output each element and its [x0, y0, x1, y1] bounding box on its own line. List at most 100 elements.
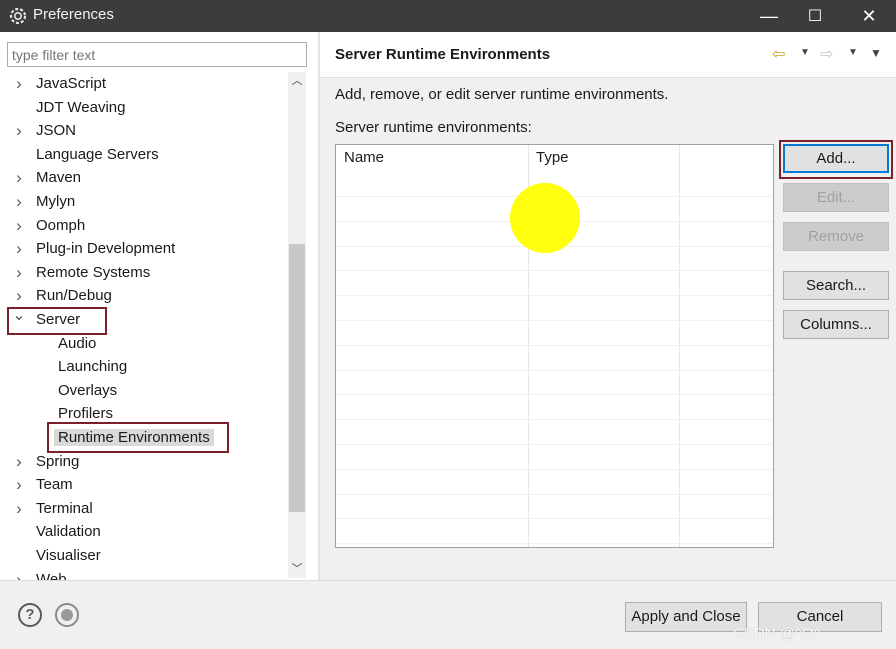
tree-item-label: Profilers: [58, 405, 114, 423]
page-header: Server Runtime Environments ⇦ ▼ ⇨ ▼ ▼: [320, 32, 896, 78]
column-header-type[interactable]: Type: [528, 145, 680, 171]
tree-item[interactable]: › Run/Debug: [16, 285, 116, 307]
scroll-up-icon[interactable]: ︿: [288, 72, 306, 90]
minimize-button[interactable]: —: [746, 0, 792, 32]
table-row-divider: [336, 518, 773, 520]
help-icon[interactable]: ?: [18, 603, 42, 627]
collapsed-chevron-icon[interactable]: ›: [12, 238, 26, 260]
tree-item[interactable]: › Spring: [16, 451, 83, 473]
tree-item[interactable]: Overlays: [54, 380, 121, 402]
tree-item-label: JDT Weaving: [36, 98, 126, 116]
collapsed-chevron-icon[interactable]: ›: [12, 262, 26, 284]
table-row-divider: [336, 295, 773, 297]
tree-item[interactable]: › Remote Systems: [16, 262, 154, 284]
title-bar: Preferences — ☐ ✕: [0, 0, 896, 32]
forward-arrow-icon[interactable]: ⇨: [820, 44, 833, 64]
tree-item-label: Audio: [58, 334, 97, 352]
tree-item-label: Overlays: [58, 381, 118, 399]
table-row-divider: [336, 419, 773, 421]
tree-item-label: Mylyn: [36, 193, 76, 210]
table-row-divider: [336, 344, 773, 346]
page-title: Server Runtime Environments: [335, 46, 551, 63]
eclipse-gear-icon: [9, 7, 27, 25]
table-row-divider: [336, 543, 773, 545]
add-highlight-box: [779, 140, 893, 179]
scroll-down-icon[interactable]: ﹀: [288, 560, 306, 578]
collapsed-chevron-icon[interactable]: ›: [12, 569, 26, 580]
tree-item-label: Remote Systems: [36, 263, 151, 281]
table-row-divider: [336, 320, 773, 321]
tree-item[interactable]: › Plug-in Development: [16, 238, 179, 260]
collapsed-chevron-icon[interactable]: ›: [12, 498, 26, 520]
tree-item[interactable]: Audio: [54, 333, 100, 355]
dialog-footer: ? Apply and Close Cancel CSDN @^O^: [0, 580, 896, 649]
record-icon[interactable]: [55, 603, 79, 627]
tree-item[interactable]: › Mylyn: [16, 191, 79, 213]
server-highlight-box: [7, 307, 107, 335]
filter-input[interactable]: [7, 42, 307, 67]
tree-item[interactable]: › Terminal: [16, 498, 97, 520]
tree-item[interactable]: Visualiser: [32, 545, 105, 567]
tree-item-label: Run/Debug: [36, 287, 112, 305]
table-row-divider: [336, 493, 773, 495]
column-separator: [679, 145, 680, 547]
tree-item[interactable]: JDT Weaving: [32, 97, 129, 119]
tree-scrollbar[interactable]: ︿ ﹀: [288, 72, 306, 578]
scroll-thumb[interactable]: [289, 244, 305, 512]
tree-item-label: JavaScript: [36, 75, 107, 92]
remove-button[interactable]: Remove: [783, 222, 889, 251]
tree-item[interactable]: › Web: [16, 569, 71, 580]
edit-button[interactable]: Edit...: [783, 183, 889, 212]
apply-and-close-button[interactable]: Apply and Close: [625, 602, 747, 632]
tree-item[interactable]: › JavaScript: [16, 73, 110, 95]
table-row-divider: [336, 369, 773, 371]
tree-item-label: Launching: [58, 358, 128, 376]
tree-item-label: JSON: [36, 122, 77, 140]
window-title: Preferences: [33, 6, 114, 23]
tree-item-label: Web: [36, 570, 67, 580]
cursor-highlight: [510, 183, 580, 253]
tree-item-label: Maven: [36, 169, 82, 187]
tree-item-label: Validation: [36, 523, 101, 541]
back-menu-chevron-icon[interactable]: ▼: [800, 47, 810, 58]
watermark: CSDN @^O^: [733, 625, 821, 642]
tree-item[interactable]: › Team: [16, 474, 77, 496]
tree-item-label: Spring: [36, 452, 80, 470]
tree-item-label: Team: [36, 476, 73, 494]
tree-item[interactable]: Language Servers: [32, 144, 163, 166]
tree-item[interactable]: › Maven: [16, 167, 85, 189]
collapsed-chevron-icon[interactable]: ›: [12, 120, 26, 142]
preference-tree-pane: ›JavaScriptJDT Weaving›JSONLanguage Serv…: [0, 32, 318, 580]
collapsed-chevron-icon[interactable]: ›: [12, 191, 26, 213]
search-button[interactable]: Search...: [783, 271, 889, 300]
tree-item-label: Visualiser: [36, 547, 101, 564]
preference-page: Server Runtime Environments ⇦ ▼ ⇨ ▼ ▼ Ad…: [320, 32, 896, 580]
tree-item-label: Plug-in Development: [36, 240, 176, 258]
view-menu-icon[interactable]: ▼: [870, 46, 882, 60]
back-arrow-icon[interactable]: ⇦: [772, 44, 785, 64]
columns-button[interactable]: Columns...: [783, 310, 889, 339]
tree-item[interactable]: Launching: [54, 356, 131, 378]
page-description: Add, remove, or edit server runtime envi…: [335, 86, 669, 103]
column-header-name[interactable]: Name: [336, 145, 528, 171]
tree-item-label: Terminal: [36, 499, 93, 517]
tree-item[interactable]: › JSON: [16, 120, 80, 142]
forward-menu-chevron-icon[interactable]: ▼: [848, 47, 858, 58]
maximize-button[interactable]: ☐: [792, 0, 838, 32]
collapsed-chevron-icon[interactable]: ›: [12, 215, 26, 237]
tree-item[interactable]: › Oomph: [16, 215, 89, 237]
table-row-divider: [336, 468, 773, 470]
collapsed-chevron-icon[interactable]: ›: [12, 451, 26, 473]
collapsed-chevron-icon[interactable]: ›: [12, 73, 26, 95]
table-row-divider: [336, 444, 773, 445]
tree-item-label: Language Servers: [36, 145, 159, 163]
tree-item-label: Oomph: [36, 216, 86, 234]
runtime-list-label: Server runtime environments:: [335, 119, 532, 136]
close-button[interactable]: ✕: [846, 0, 892, 32]
table-row-divider: [336, 394, 773, 396]
tree-item[interactable]: Validation: [32, 521, 105, 543]
collapsed-chevron-icon[interactable]: ›: [12, 167, 26, 189]
runtime-environments-highlight-box: [47, 422, 229, 453]
table-row-divider: [336, 270, 773, 272]
collapsed-chevron-icon[interactable]: ›: [12, 474, 26, 496]
